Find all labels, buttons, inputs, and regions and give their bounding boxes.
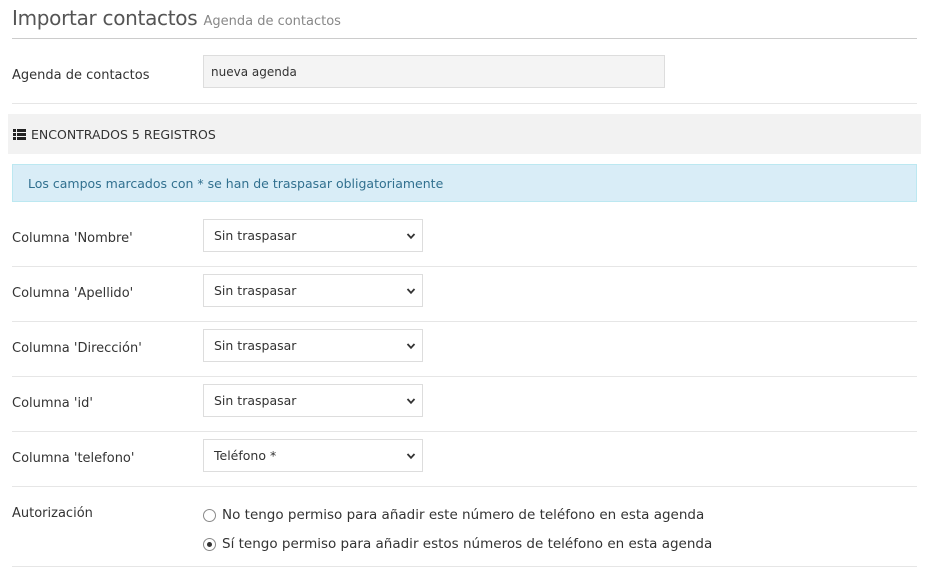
page-header: Importar contactos Agenda de contactos — [12, 6, 917, 39]
column-label: Columna 'telefono' — [12, 451, 135, 466]
yes-permission-option[interactable]: Sí tengo permiso para añadir estos númer… — [203, 536, 712, 552]
agenda-label: Agenda de contactos — [12, 68, 150, 83]
column-row-apellido: Columna 'Apellido' Sin traspasar — [12, 267, 917, 322]
column-label: Columna 'Apellido' — [12, 286, 134, 301]
column-row-id: Columna 'id' Sin traspasar — [12, 377, 917, 432]
records-count-title: ENCONTRADOS 5 REGISTROS — [31, 126, 216, 142]
column-row-direccion: Columna 'Dirección' Sin traspasar — [12, 322, 917, 377]
column-label: Columna 'Dirección' — [12, 341, 142, 356]
agenda-name-input[interactable] — [203, 55, 665, 88]
column-mapping-select[interactable]: Teléfono * — [203, 439, 423, 472]
select-value: Sin traspasar — [214, 283, 297, 298]
import-contacts-page: Importar contactos Agenda de contactos A… — [0, 0, 930, 572]
chevron-down-icon — [406, 453, 416, 460]
column-mapping-select[interactable]: Sin traspasar — [203, 274, 423, 307]
info-alert: Los campos marcados con * se han de tras… — [12, 164, 917, 202]
info-message: Los campos marcados con * se han de tras… — [28, 175, 444, 191]
chevron-down-icon — [406, 343, 416, 350]
select-value: Sin traspasar — [214, 393, 297, 408]
records-section-header: ENCONTRADOS 5 REGISTROS — [8, 114, 921, 154]
column-row-nombre: Columna 'Nombre' Sin traspasar — [12, 212, 917, 267]
authorization-label: Autorización — [12, 506, 93, 521]
select-value: Sin traspasar — [214, 338, 297, 353]
no-permission-label: No tengo permiso para añadir este número… — [222, 507, 705, 523]
list-icon — [13, 128, 26, 140]
radio-button[interactable] — [203, 508, 216, 522]
yes-permission-label: Sí tengo permiso para añadir estos númer… — [222, 536, 713, 552]
column-mapping-select[interactable]: Sin traspasar — [203, 219, 423, 252]
chevron-down-icon — [406, 233, 416, 240]
chevron-down-icon — [406, 288, 416, 295]
radio-button-checked[interactable] — [203, 537, 216, 551]
page-subtitle: Agenda de contactos — [203, 14, 341, 29]
column-label: Columna 'id' — [12, 396, 93, 411]
agenda-row: Agenda de contactos — [12, 48, 917, 104]
select-value: Sin traspasar — [214, 228, 297, 243]
select-value: Teléfono * — [214, 448, 277, 463]
column-mapping-select[interactable]: Sin traspasar — [203, 329, 423, 362]
page-title: Importar contactos — [12, 6, 198, 30]
no-permission-option[interactable]: No tengo permiso para añadir este número… — [203, 507, 704, 523]
column-label: Columna 'Nombre' — [12, 231, 133, 246]
chevron-down-icon — [406, 398, 416, 405]
column-mapping-select[interactable]: Sin traspasar — [203, 384, 423, 417]
authorization-row: Autorización No tengo permiso para añadi… — [12, 487, 917, 567]
column-row-telefono: Columna 'telefono' Teléfono * — [12, 432, 917, 487]
